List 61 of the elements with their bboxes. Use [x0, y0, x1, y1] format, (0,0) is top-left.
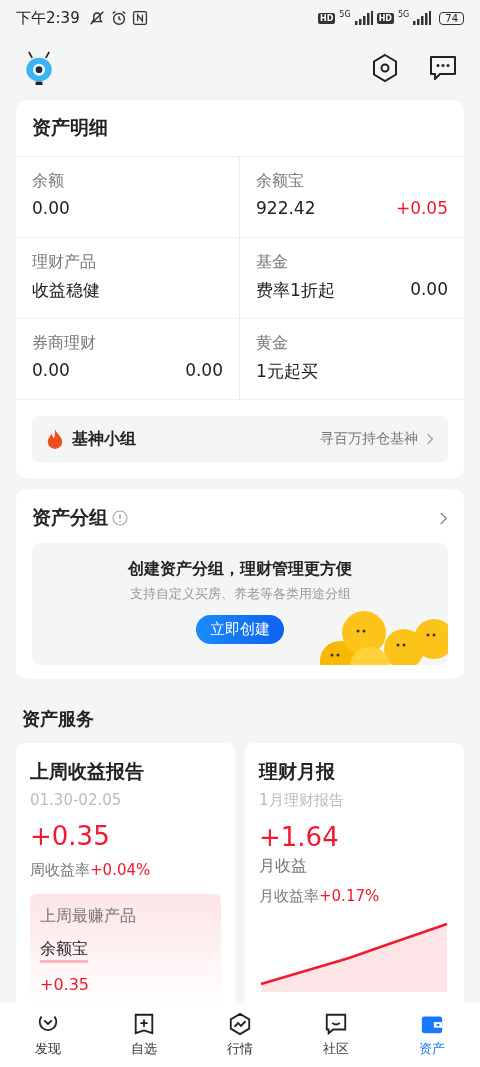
- network-type: 5G: [397, 10, 410, 19]
- signal-icon: [354, 11, 373, 25]
- promo-subtitle: 支持自定义买房、养老等各类用途分组: [129, 586, 351, 603]
- chevron-right-icon: [426, 432, 434, 446]
- report-card[interactable]: 理财月报 1月理财报告 +1.64 月收益 月收益率+0.17%: [245, 743, 464, 1003]
- report-amount: +1.64: [259, 822, 340, 852]
- battery-level: 74: [439, 11, 464, 25]
- flame-icon: [46, 428, 64, 450]
- top-product-amount: +0.35: [40, 975, 91, 994]
- asset-amount: 0.00: [185, 360, 223, 380]
- asset-value: 922.42: [256, 198, 316, 218]
- asset-value: 费率1折起: [256, 279, 335, 302]
- card-title: 资产明细: [16, 100, 464, 157]
- promo-headline: 创建资产分组，理财管理更方便: [128, 559, 352, 580]
- asset-label[interactable]: 券商理财: [32, 333, 223, 354]
- network-type: 5G: [339, 10, 351, 19]
- tab-item[interactable]: 社区: [288, 1003, 384, 1067]
- report-subtitle: 1月理财报告: [259, 791, 345, 810]
- asset-value: 0.00: [32, 198, 70, 218]
- banner-title: 基神小组: [72, 428, 136, 450]
- settings-icon[interactable]: [370, 53, 400, 83]
- signal-icon: [413, 11, 432, 25]
- top-product-label: 上周最赚产品: [40, 906, 137, 927]
- add-watchlist-icon: [132, 1012, 156, 1036]
- market-chart-icon: [228, 1012, 252, 1036]
- asset-value: 1元起买: [256, 360, 318, 383]
- tab-item[interactable]: 资产: [384, 1003, 480, 1067]
- mute-icon: [87, 9, 106, 27]
- section-title: 资产服务: [21, 707, 95, 731]
- report-amount: +0.35: [30, 821, 111, 851]
- report-title: 理财月报: [259, 759, 336, 784]
- amount-label: 月收益: [259, 856, 308, 877]
- asset-label[interactable]: 基金: [256, 252, 448, 273]
- tab-item[interactable]: 发现: [0, 1003, 96, 1067]
- banner-link[interactable]: 寻百万持仓基神: [320, 430, 418, 448]
- status-time: 下午2:39: [16, 8, 80, 28]
- report-card[interactable]: 上周收益报告 01.30-02.05 +0.35 周收益率+0.04% 上周最赚产品 余额宝 +0.35: [16, 743, 235, 1003]
- chevron-right-icon[interactable]: [439, 510, 448, 526]
- card-title: 资产分组: [32, 505, 108, 530]
- asset-label[interactable]: 余额宝: [256, 171, 448, 192]
- return-rate-text: 月收益率+0.17%: [259, 887, 381, 906]
- asset-value: 0.00: [32, 360, 70, 380]
- hd-badge: HD: [318, 12, 336, 24]
- asset-change: +0.05: [395, 198, 448, 218]
- hd-badge: HD: [376, 12, 394, 24]
- community-chat-icon: [324, 1012, 348, 1036]
- asset-label[interactable]: 余额: [32, 171, 223, 192]
- create-button[interactable]: 立即创建: [196, 615, 284, 644]
- nfc-icon: [131, 10, 148, 26]
- top-product-name: 余额宝: [40, 939, 88, 963]
- asset-amount: 0.00: [410, 279, 448, 301]
- tab-item[interactable]: 自选: [96, 1003, 192, 1067]
- report-subtitle: 01.30-02.05: [30, 791, 123, 809]
- return-rate-text: 周收益率+0.04%: [30, 861, 152, 880]
- asset-label[interactable]: 黄金: [256, 333, 448, 354]
- asset-label[interactable]: 理财产品: [32, 252, 223, 273]
- group-banner[interactable]: 基神小组 寻百万持仓基神: [32, 416, 448, 462]
- asset-value: 收益稳健: [32, 279, 100, 302]
- report-title: 上周收益报告: [30, 759, 145, 784]
- tab-item[interactable]: 行情: [192, 1003, 288, 1067]
- message-icon[interactable]: [428, 53, 458, 83]
